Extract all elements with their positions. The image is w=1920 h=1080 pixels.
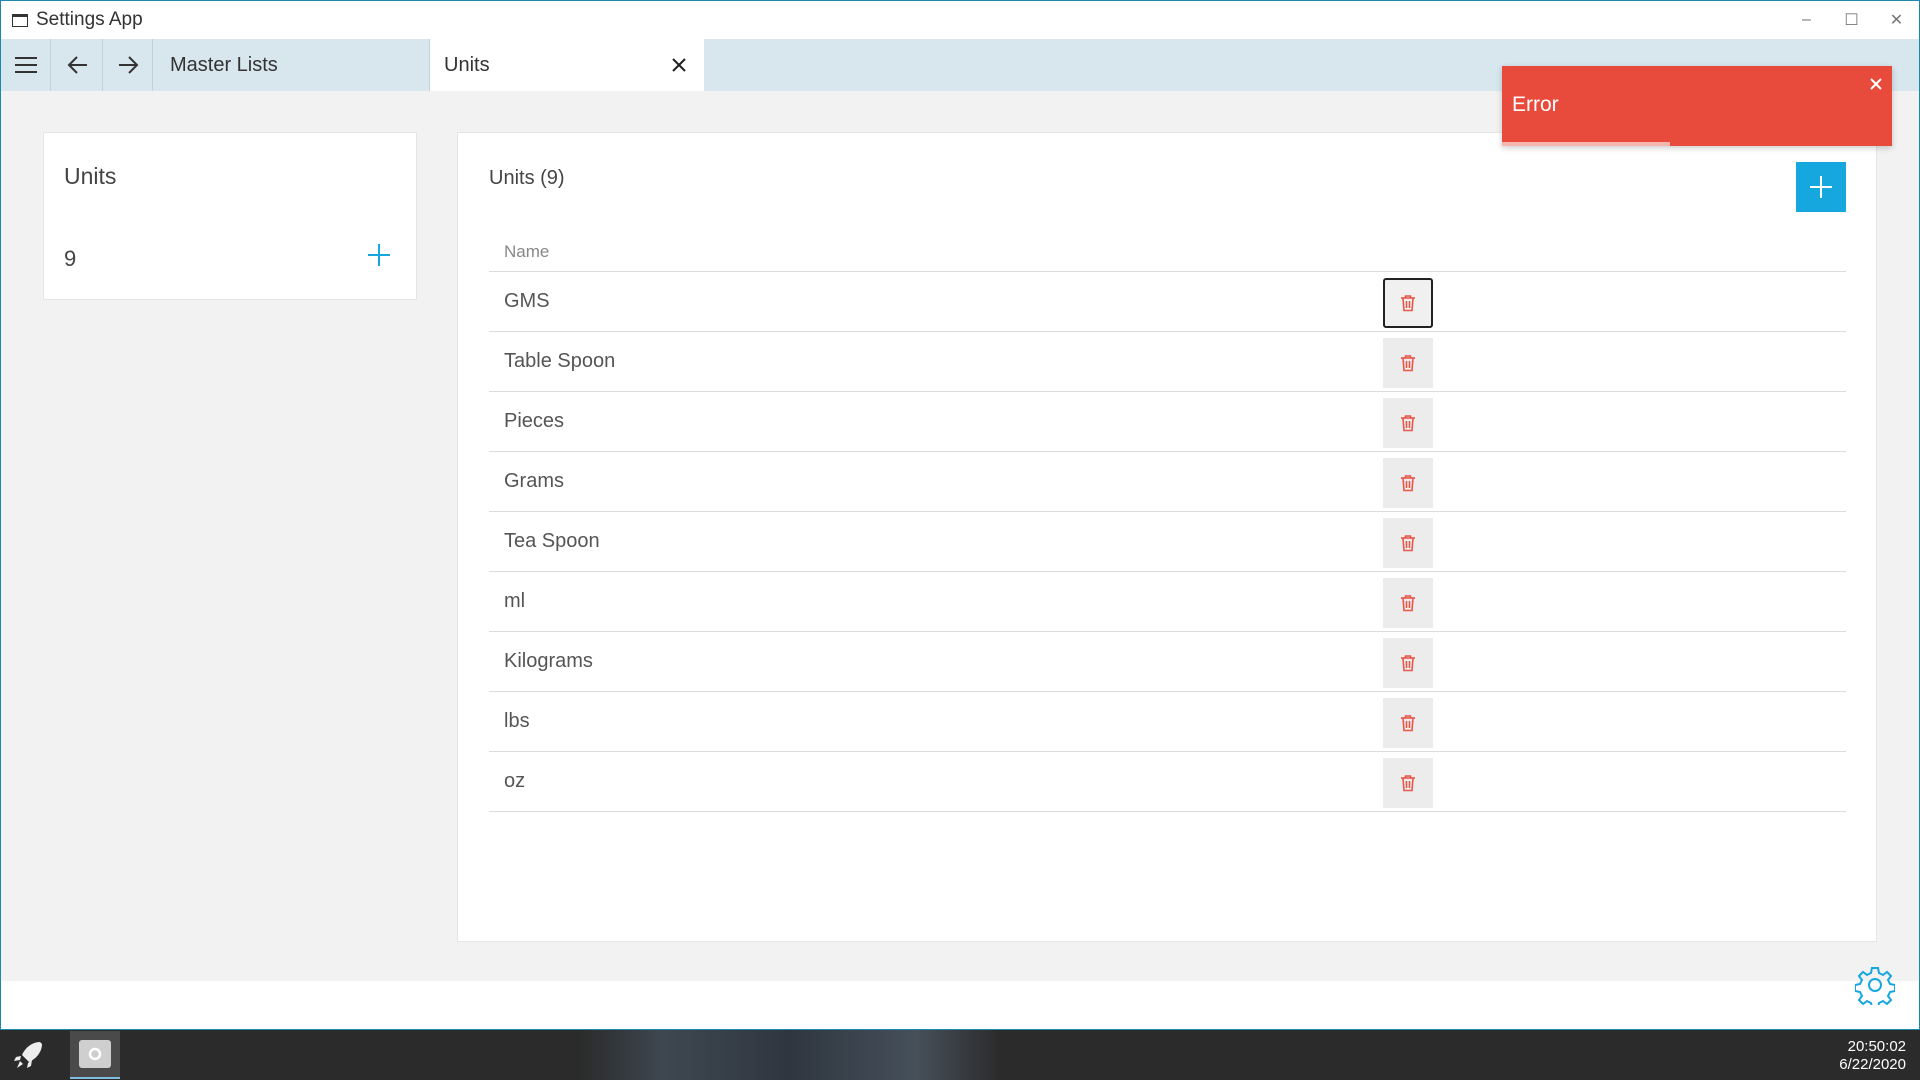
summary-title: Units [64, 163, 117, 189]
trash-icon [1401, 415, 1415, 432]
delete-button[interactable] [1383, 398, 1433, 448]
unit-name: Pieces [504, 410, 565, 432]
window-controls: – ☐ ✕ [1784, 1, 1919, 39]
gear-icon[interactable] [1855, 965, 1895, 1005]
tab-master-lists[interactable]: Master Lists [153, 39, 430, 91]
trash-icon [1401, 775, 1415, 792]
clock-time: 20:50:02 [1847, 1038, 1906, 1055]
plus-icon [1810, 176, 1832, 198]
delete-button[interactable] [1383, 578, 1433, 628]
table-row[interactable]: Pieces [489, 392, 1846, 452]
units-summary-card: Units 9 [43, 132, 417, 300]
delete-button[interactable] [1383, 518, 1433, 568]
trash-icon [1401, 715, 1415, 732]
taskbar-settings-app[interactable] [70, 1031, 120, 1079]
title-bar: Settings App – ☐ ✕ [1, 1, 1919, 39]
trash-icon [1401, 295, 1415, 312]
trash-icon [1401, 535, 1415, 552]
window-footer [1, 981, 1919, 1029]
tab-label: Units [444, 53, 490, 76]
back-arrow-icon [67, 56, 87, 74]
list-title: Units (9) [489, 167, 565, 189]
delete-button[interactable] [1383, 758, 1433, 808]
tab-label: Master Lists [170, 53, 278, 76]
unit-name: ml [504, 590, 526, 612]
table-row[interactable]: GMS [489, 272, 1846, 332]
clock: 20:50:02 6/22/2020 [1839, 1038, 1906, 1074]
forward-arrow-icon [118, 56, 138, 74]
settings-app-window: Settings App – ☐ ✕ Master Lists Units Un… [0, 0, 1920, 1030]
close-icon[interactable] [1868, 76, 1884, 92]
rocket-icon[interactable] [12, 1038, 46, 1072]
units-list-card: Units (9) Name GMS Table Spoon Pieces Grams… [457, 132, 1877, 942]
close-icon[interactable] [668, 54, 690, 76]
back-button[interactable] [53, 39, 103, 91]
unit-name: Kilograms [504, 650, 593, 672]
tab-units[interactable]: Units [430, 39, 704, 91]
delete-button[interactable] [1383, 338, 1433, 388]
trash-icon [1401, 355, 1415, 372]
error-toast: Error [1502, 66, 1892, 146]
delete-button[interactable] [1383, 278, 1433, 328]
table-row[interactable]: oz [489, 752, 1846, 812]
delete-button[interactable] [1383, 458, 1433, 508]
toast-progress-bar [1502, 142, 1670, 146]
window-title: Settings App [36, 9, 143, 30]
forward-button[interactable] [103, 39, 153, 91]
delete-button[interactable] [1383, 698, 1433, 748]
window-icon [12, 13, 28, 27]
column-header-name: Name [489, 233, 1846, 272]
delete-button[interactable] [1383, 638, 1433, 688]
unit-name: oz [504, 770, 526, 792]
plus-icon[interactable] [364, 240, 394, 270]
trash-icon [1401, 595, 1415, 612]
hamburger-icon [14, 57, 37, 73]
minimize-button[interactable]: – [1784, 1, 1829, 39]
unit-name: Grams [504, 470, 564, 492]
table-row[interactable]: Kilograms [489, 632, 1846, 692]
wallpaper-strip [580, 1030, 1000, 1080]
trash-icon [1401, 655, 1415, 672]
taskbar: 20:50:02 6/22/2020 [0, 1030, 1920, 1080]
table-row[interactable]: Table Spoon [489, 332, 1846, 392]
settings-app-icon [79, 1040, 111, 1068]
clock-date: 6/22/2020 [1839, 1056, 1906, 1073]
toast-message: Error [1512, 93, 1559, 116]
units-table: Name GMS Table Spoon Pieces Grams Tea Spoon m… [489, 233, 1846, 812]
summary-count: 9 [64, 246, 77, 271]
unit-name: Table Spoon [504, 350, 616, 372]
maximize-button[interactable]: ☐ [1829, 1, 1874, 39]
table-row[interactable]: lbs [489, 692, 1846, 752]
table-row[interactable]: Tea Spoon [489, 512, 1846, 572]
add-unit-button[interactable] [1796, 162, 1846, 212]
unit-name: GMS [504, 290, 550, 312]
menu-button[interactable] [1, 39, 51, 91]
table-row[interactable]: Grams [489, 452, 1846, 512]
close-window-button[interactable]: ✕ [1874, 1, 1919, 39]
unit-name: Tea Spoon [504, 530, 600, 552]
unit-name: lbs [504, 710, 530, 732]
table-row[interactable]: ml [489, 572, 1846, 632]
trash-icon [1401, 475, 1415, 492]
